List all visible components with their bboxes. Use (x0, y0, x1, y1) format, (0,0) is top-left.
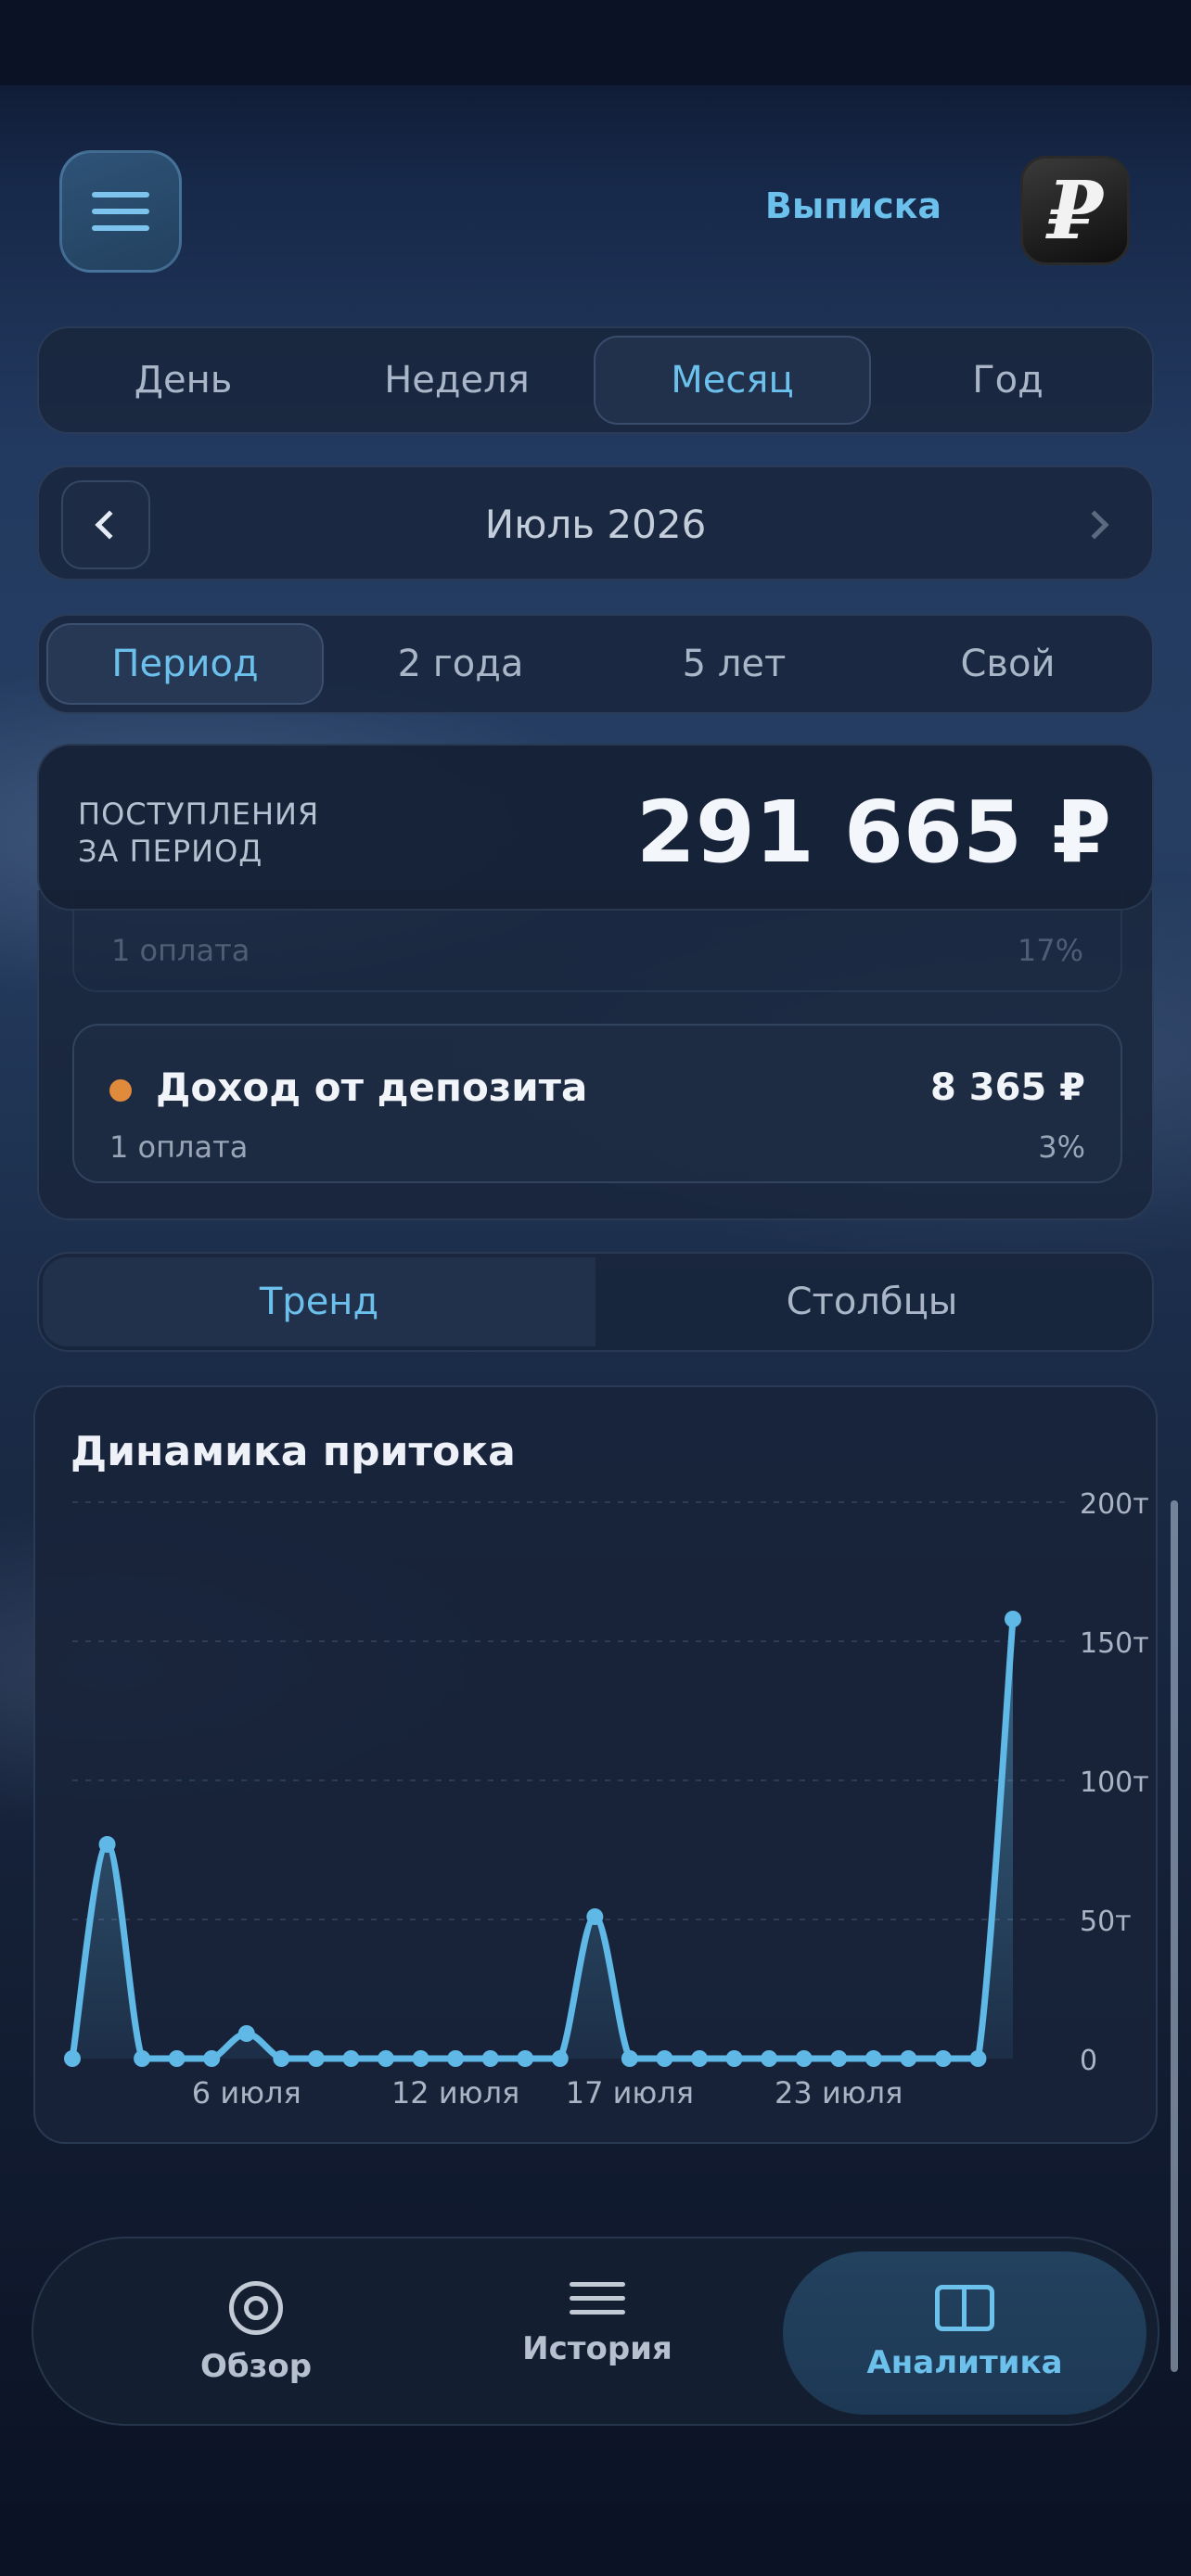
total-label-line1: ПОСТУПЛЕНИЯ (78, 797, 320, 832)
data-point (273, 2050, 290, 2067)
total-label-line2: ЗА ПЕРИОД (78, 834, 263, 869)
menu-button[interactable] (59, 150, 182, 273)
data-point (203, 2050, 221, 2067)
item-amount: 8 365 ₽ (929, 1066, 1085, 1109)
data-point (864, 2050, 882, 2067)
chevron-right-icon (1080, 510, 1109, 540)
income-list: 1 оплата 17% Доход от депозита 8 365 ₽ 1… (37, 890, 1154, 1220)
data-point (98, 1836, 116, 1853)
data-point (761, 2050, 778, 2067)
data-point (237, 2025, 255, 2042)
data-point (900, 2050, 917, 2067)
data-point (134, 2050, 151, 2067)
nav-history[interactable]: История (421, 2229, 774, 2418)
y-tick-label: 100т (1080, 1766, 1149, 1799)
data-point (307, 2050, 325, 2067)
previous-month-button[interactable] (61, 480, 150, 569)
chevron-left-icon (95, 510, 124, 540)
hamburger-icon (92, 192, 149, 231)
tab-columns[interactable]: Столбцы (596, 1257, 1148, 1346)
y-tick-label: 200т (1080, 1488, 1149, 1521)
data-point (934, 2050, 952, 2067)
category-dot-icon (109, 1079, 132, 1102)
tab-2-years[interactable]: 2 года (324, 623, 597, 705)
series-area (72, 1619, 1013, 2059)
data-point (1005, 1611, 1021, 1627)
data-point (412, 2050, 429, 2067)
data-point (656, 2050, 673, 2067)
data-point (725, 2050, 743, 2067)
granularity-tabs: День Неделя Месяц Год (37, 326, 1154, 434)
chart-view-toggle: Тренд Столбцы (37, 1252, 1154, 1352)
item-name: Доход от депозита (156, 1065, 588, 1110)
tab-trend[interactable]: Тренд (43, 1257, 596, 1346)
inflow-chart: 0 50т 100т 150т 200т 6 июля 12 июля 17 июля 23 и… (64, 1488, 1149, 2111)
data-point (481, 2050, 499, 2067)
x-tick-label: 23 июля (775, 2075, 903, 2111)
data-point (795, 2050, 813, 2067)
y-tick-label: 50т (1080, 1906, 1132, 1938)
app-logo: ₽ (1020, 156, 1130, 265)
data-point (447, 2050, 465, 2067)
data-point (586, 1908, 604, 1925)
tab-month[interactable]: Месяц (594, 336, 871, 425)
nav-overview[interactable]: Обзор (80, 2238, 432, 2428)
series-line (69, 1618, 1017, 2062)
item-count: 1 оплата (109, 1129, 249, 1165)
data-point (378, 2050, 394, 2067)
data-point (830, 2050, 848, 2067)
y-tick-label: 0 (1080, 2045, 1097, 2077)
x-tick-label: 12 июля (391, 2075, 519, 2111)
month-title: Июль 2026 (484, 502, 707, 547)
x-tick-label: 17 июля (566, 2075, 694, 2111)
data-point (551, 2050, 569, 2067)
scrollbar[interactable] (1171, 1500, 1178, 2372)
range-tabs: Период 2 года 5 лет Свой (37, 614, 1154, 714)
nav-overview-label: Обзор (199, 2348, 313, 2385)
columns-icon (935, 2285, 994, 2331)
tab-year[interactable]: Год (871, 336, 1145, 425)
y-tick-label: 150т (1080, 1627, 1149, 1660)
item-count: 1 оплата (111, 933, 250, 968)
nav-analytics-label: Аналитика (866, 2344, 1063, 2381)
data-point (342, 2050, 360, 2067)
home-indicator-area (0, 2502, 1191, 2576)
status-bar-area (0, 0, 1191, 85)
total-card: ПОСТУПЛЕНИЯ ЗА ПЕРИОД 291 665 ₽ (37, 744, 1154, 911)
bottom-navigation: Обзор История Аналитика (32, 2237, 1159, 2426)
next-month-button[interactable] (1054, 480, 1143, 569)
list-item[interactable]: Доход от депозита 8 365 ₽ 1 оплата 3% (72, 1024, 1122, 1183)
tab-custom[interactable]: Свой (871, 623, 1145, 705)
statement-link[interactable]: Выписка (724, 185, 983, 226)
tab-day[interactable]: День (46, 336, 320, 425)
inflow-chart-card: Динамика притока 0 50т 100т 150т 200т 6 июля 1… (33, 1385, 1158, 2144)
data-point (969, 2050, 987, 2067)
total-label: ПОСТУПЛЕНИЯ ЗА ПЕРИОД (78, 796, 384, 870)
data-point (621, 2050, 638, 2067)
tab-period[interactable]: Период (46, 623, 324, 705)
item-percent: 3% (1038, 1129, 1085, 1165)
data-point (168, 2050, 186, 2067)
tab-week[interactable]: Неделя (320, 336, 594, 425)
total-amount: 291 665 ₽ (635, 783, 1111, 882)
nav-analytics[interactable]: Аналитика (783, 2251, 1146, 2415)
data-point (691, 2050, 708, 2067)
x-tick-label: 6 июля (192, 2075, 301, 2111)
nav-history-label: История (522, 2330, 672, 2367)
list-icon (570, 2280, 625, 2317)
data-point (64, 2050, 81, 2067)
item-percent: 17% (1017, 933, 1083, 968)
month-navigator: Июль 2026 (37, 465, 1154, 580)
data-point (517, 2050, 534, 2067)
target-icon (229, 2281, 283, 2335)
tab-5-years[interactable]: 5 лет (597, 623, 871, 705)
